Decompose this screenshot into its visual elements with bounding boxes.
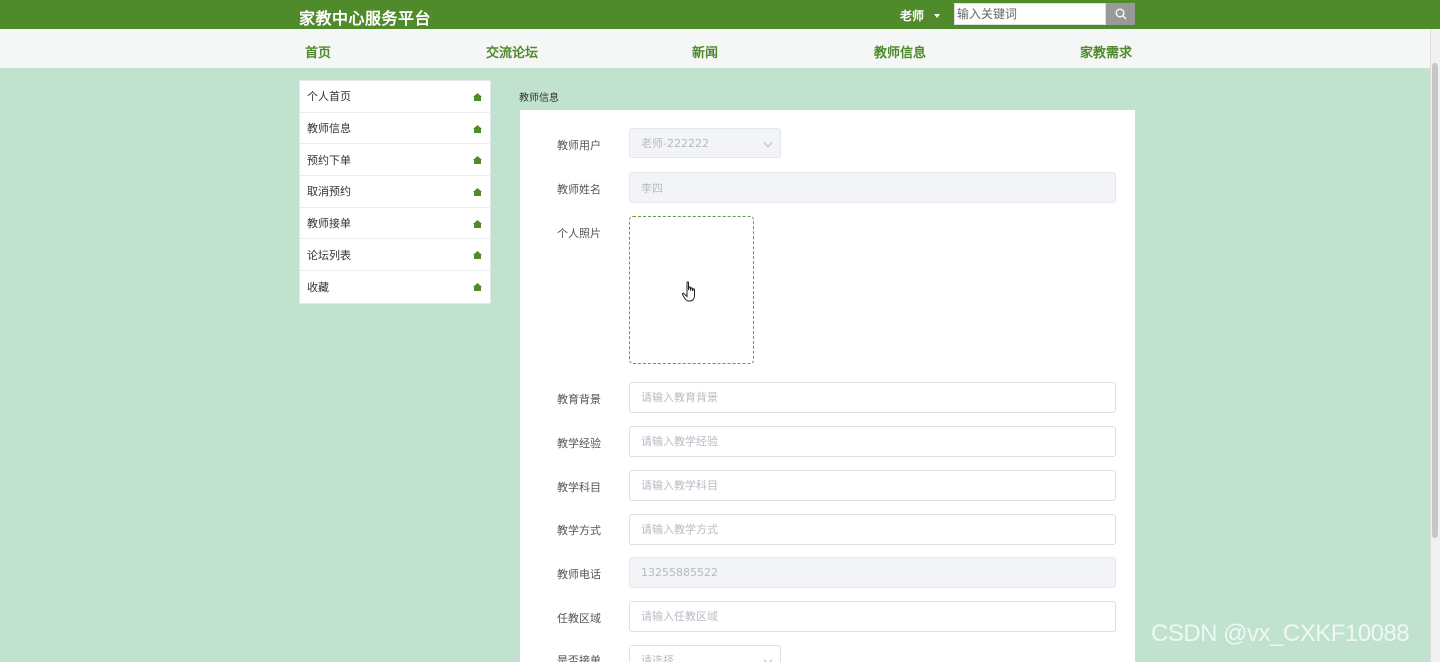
sidebar: 个人首页 教师信息 预约下单 取消预约 教师接单 论坛列表 收藏 [299,80,491,304]
phone-label: 教师电话 [557,568,601,581]
home-icon [473,188,482,197]
nav-item-teacher-info[interactable]: 教师信息 [874,42,926,61]
search-button[interactable] [1106,3,1135,25]
sidebar-item-label: 个人首页 [307,90,351,104]
teacher-user-value: 老师-222222 [641,137,709,150]
chevron-down-icon [763,138,773,148]
user-menu-label: 老师 [900,9,925,23]
search-icon [1115,8,1126,20]
area-field[interactable] [629,601,1116,632]
sidebar-item-label: 教师接单 [307,217,351,231]
site-brand[interactable]: 家教中心服务平台 [299,5,431,29]
home-icon [473,156,482,165]
nav-item-home[interactable]: 首页 [305,42,331,61]
sidebar-item-book-order[interactable]: 预约下单 [300,144,490,177]
scrollbar-thumb[interactable] [1432,63,1438,538]
method-label: 教学方式 [557,524,601,537]
sidebar-item-label: 教师信息 [307,122,351,136]
caret-down-icon [934,13,941,18]
sidebar-item-label: 收藏 [307,280,329,294]
method-field[interactable] [629,514,1116,545]
nav-item-tutor-demand[interactable]: 家教需求 [1080,42,1132,61]
sidebar-item-label: 预约下单 [307,153,351,167]
user-menu[interactable]: 老师 [900,7,941,24]
experience-label: 教学经验 [557,437,601,450]
education-label: 教育背景 [557,393,601,406]
sidebar-item-teacher-accept[interactable]: 教师接单 [300,208,490,240]
breadcrumb: 教师信息 [519,93,559,104]
experience-field[interactable] [629,426,1116,457]
sidebar-item-personal-home[interactable]: 个人首页 [300,81,490,113]
teacher-user-label: 教师用户 [557,139,601,152]
accept-order-label: 是否接单 [557,654,601,662]
sidebar-item-teacher-info[interactable]: 教师信息 [300,113,490,145]
teacher-name-label: 教师姓名 [557,183,601,196]
search-input[interactable] [954,3,1106,25]
phone-field[interactable] [629,557,1116,588]
home-icon [473,283,482,292]
home-icon [473,124,482,133]
nav-item-news[interactable]: 新闻 [692,42,718,61]
accept-order-placeholder: 请选择 [641,654,674,662]
sidebar-item-forum-list[interactable]: 论坛列表 [300,239,490,272]
sidebar-item-favorites[interactable]: 收藏 [300,271,490,303]
education-field[interactable] [629,382,1116,413]
main-nav: 首页 交流论坛 新闻 教师信息 家教需求 [0,29,1440,68]
sidebar-item-label: 取消预约 [307,185,351,199]
subject-label: 教学科目 [557,481,601,494]
photo-label: 个人照片 [557,227,601,240]
home-icon [473,251,482,260]
teacher-name-field[interactable] [629,172,1116,203]
top-bar: 家教中心服务平台 老师 [0,0,1440,29]
watermark: CSDN @vx_CXKF10088 [1151,620,1410,647]
teacher-user-select[interactable]: 老师-222222 [629,128,781,158]
chevron-down-icon [763,655,773,662]
area-label: 任教区域 [557,612,601,625]
nav-item-forum[interactable]: 交流论坛 [486,42,538,61]
page-scrollbar[interactable] [1430,29,1440,662]
sidebar-item-label: 论坛列表 [307,248,351,262]
hand-cursor-icon [681,281,695,302]
home-icon [473,93,482,101]
accept-order-select[interactable]: 请选择 [629,645,781,662]
subject-field[interactable] [629,470,1116,501]
home-icon [473,219,482,228]
sidebar-item-cancel-booking[interactable]: 取消预约 [300,176,490,208]
